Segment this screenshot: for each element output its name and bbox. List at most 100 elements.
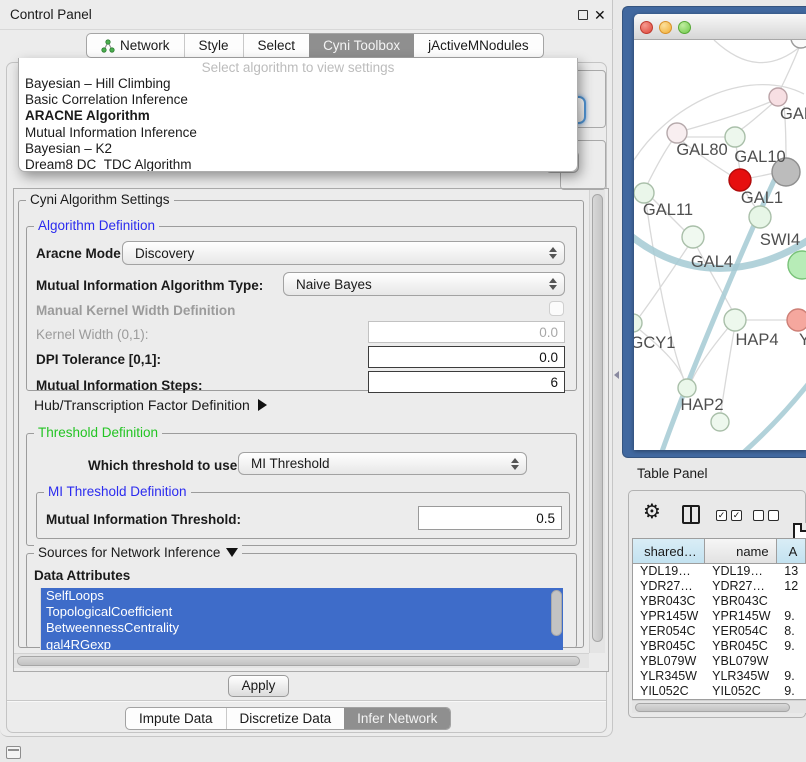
table-row[interactable]: YPR145WYPR145W9. — [633, 609, 806, 624]
kernel-width-field[interactable] — [368, 321, 565, 343]
network-node[interactable] — [749, 206, 771, 228]
table-row[interactable]: YIL052CYIL052C9. — [633, 684, 806, 699]
network-window-titlebar[interactable] — [634, 14, 806, 40]
column-header-shared-name[interactable]: shared… — [633, 539, 705, 563]
network-node-label: GAL — [780, 105, 806, 123]
settings-horizontal-scrollbar[interactable] — [14, 653, 589, 668]
attribute-item-selected[interactable]: TopologicalCoefficient — [41, 604, 563, 620]
divider — [7, 700, 606, 702]
combo-up-arrow-icon — [511, 458, 519, 463]
splitpane-handle-icon[interactable] — [613, 370, 620, 379]
sources-title[interactable]: Sources for Network Inference — [34, 545, 242, 560]
tab-style[interactable]: Style — [184, 34, 243, 57]
network-node[interactable] — [725, 127, 745, 147]
table-row[interactable]: YDL19…YDL19…13 — [633, 564, 806, 579]
table-row[interactable]: YLR345WYLR345W9. — [633, 669, 806, 684]
mi-type-combobox[interactable]: Naive Bayes — [283, 272, 565, 296]
hub-definition-toggle[interactable]: Hub/Transcription Factor Definition — [34, 397, 267, 413]
close-icon[interactable]: ✕ — [594, 7, 606, 23]
network-window[interactable]: GALGAL80GAL10GAL1GAL11SWI4GAL4GCY1HAP4YH… — [634, 14, 806, 450]
tab-impute-data[interactable]: Impute Data — [126, 708, 226, 729]
network-node[interactable] — [678, 379, 696, 397]
network-node[interactable] — [711, 413, 729, 431]
attribute-list-scrollbar[interactable] — [551, 590, 562, 646]
column-header-partial[interactable]: A — [777, 539, 806, 563]
attribute-item-selected[interactable]: gal4RGexp — [41, 637, 563, 650]
network-node[interactable] — [787, 309, 806, 331]
algorithm-option[interactable]: Basic Correlation Inference — [19, 92, 577, 108]
network-node[interactable] — [788, 251, 806, 279]
network-node[interactable] — [729, 169, 751, 191]
tab-network[interactable]: Network — [87, 34, 184, 57]
table-row[interactable]: YBR045CYBR045C9. — [633, 639, 806, 654]
network-node[interactable] — [769, 88, 787, 106]
mi-threshold-field[interactable] — [418, 506, 562, 530]
close-traffic-light-icon[interactable] — [640, 21, 653, 34]
attribute-item-selected[interactable]: SelfLoops — [41, 588, 563, 604]
mi-steps-label: Mutual Information Steps: — [36, 378, 203, 393]
table-cell: YER054C — [705, 624, 777, 639]
table-cell: YDR27… — [705, 579, 777, 594]
table-horizontal-scrollbar[interactable] — [632, 700, 806, 713]
column-layout-icon[interactable] — [682, 505, 700, 524]
tab-jactivemnodules-label: jActiveMNodules — [428, 38, 529, 53]
network-node[interactable] — [634, 314, 642, 332]
control-panel-titlebar: Control Panel ✕ — [0, 0, 613, 30]
tab-jactivemnodules[interactable]: jActiveMNodules — [414, 34, 543, 57]
algorithm-option-selected[interactable]: ARACNE Algorithm — [19, 108, 577, 124]
network-node[interactable] — [634, 183, 654, 203]
network-canvas[interactable]: GALGAL80GAL10GAL1GAL11SWI4GAL4GCY1HAP4YH… — [634, 40, 806, 450]
select-all-columns-icon[interactable]: ✓✓ — [716, 510, 742, 521]
tab-discretize-data-label: Discretize Data — [240, 711, 332, 726]
algorithm-option[interactable]: Dream8 DC_TDC Algorithm — [19, 157, 577, 172]
network-node-label: Y — [799, 331, 806, 349]
table-cell: YBR045C — [633, 639, 705, 654]
dpi-tolerance-field[interactable] — [368, 346, 565, 368]
table-row[interactable]: YBR043CYBR043C — [633, 594, 806, 609]
minimize-traffic-light-icon[interactable] — [659, 21, 672, 34]
apply-button[interactable]: Apply — [228, 675, 289, 697]
mi-steps-field[interactable] — [368, 371, 565, 393]
manual-kernel-checkbox[interactable] — [549, 301, 564, 316]
dropdown-hint: Select algorithm to view settings — [19, 58, 577, 76]
network-node-label: HAP2 — [680, 396, 723, 414]
network-icon — [101, 39, 115, 53]
table-header-row: shared… name A — [633, 539, 806, 564]
table-cell: YIL052C — [633, 684, 705, 699]
network-node[interactable] — [682, 226, 704, 248]
deselect-all-columns-icon[interactable] — [753, 510, 779, 521]
algorithm-option[interactable]: Mutual Information Inference — [19, 125, 577, 141]
table-cell: YPR145W — [705, 609, 777, 624]
zoom-traffic-light-icon[interactable] — [678, 21, 691, 34]
aracne-mode-combobox[interactable]: Discovery — [122, 241, 565, 265]
table-row[interactable]: YBL079WYBL079W — [633, 654, 806, 669]
mi-type-value: Naive Bayes — [284, 277, 542, 292]
table-row[interactable]: YER054CYER054C8. — [633, 624, 806, 639]
algorithm-option[interactable]: Bayesian – Hill Climbing — [19, 76, 577, 92]
gear-icon[interactable]: ⚙ — [643, 495, 661, 529]
tab-cyni-toolbox-label: Cyni Toolbox — [323, 38, 400, 53]
mi-threshold-definition-title: MI Threshold Definition — [44, 484, 191, 499]
tab-cyni-toolbox[interactable]: Cyni Toolbox — [309, 34, 414, 57]
table-cell: YPR145W — [633, 609, 705, 624]
network-node[interactable] — [791, 40, 806, 48]
network-node[interactable] — [724, 309, 746, 331]
tab-select[interactable]: Select — [243, 34, 310, 57]
settings-vertical-scrollbar[interactable] — [589, 189, 605, 653]
column-header-name[interactable]: name — [705, 539, 777, 563]
attribute-item-selected[interactable]: BetweennessCentrality — [41, 620, 563, 636]
tab-discretize-data[interactable]: Discretize Data — [226, 708, 345, 729]
which-threshold-combobox[interactable]: MI Threshold — [238, 452, 527, 475]
table-row[interactable]: YDR27…YDR27…12 — [633, 579, 806, 594]
tab-infer-network[interactable]: Infer Network — [344, 708, 450, 729]
float-window-icon[interactable] — [578, 10, 588, 20]
table-cell: YBR043C — [633, 594, 705, 609]
algorithm-option[interactable]: Bayesian – K2 — [19, 141, 577, 157]
network-node[interactable] — [667, 123, 687, 143]
table-panel-title: Table Panel — [637, 462, 708, 486]
algorithm-definition-title: Algorithm Definition — [34, 218, 159, 233]
dpi-tolerance-label: DPI Tolerance [0,1]: — [36, 352, 161, 367]
data-attributes-list[interactable]: SelfLoops TopologicalCoefficient Between… — [40, 588, 563, 650]
docked-panel-icon[interactable] — [6, 746, 21, 759]
table-cell: 12 — [777, 579, 806, 594]
